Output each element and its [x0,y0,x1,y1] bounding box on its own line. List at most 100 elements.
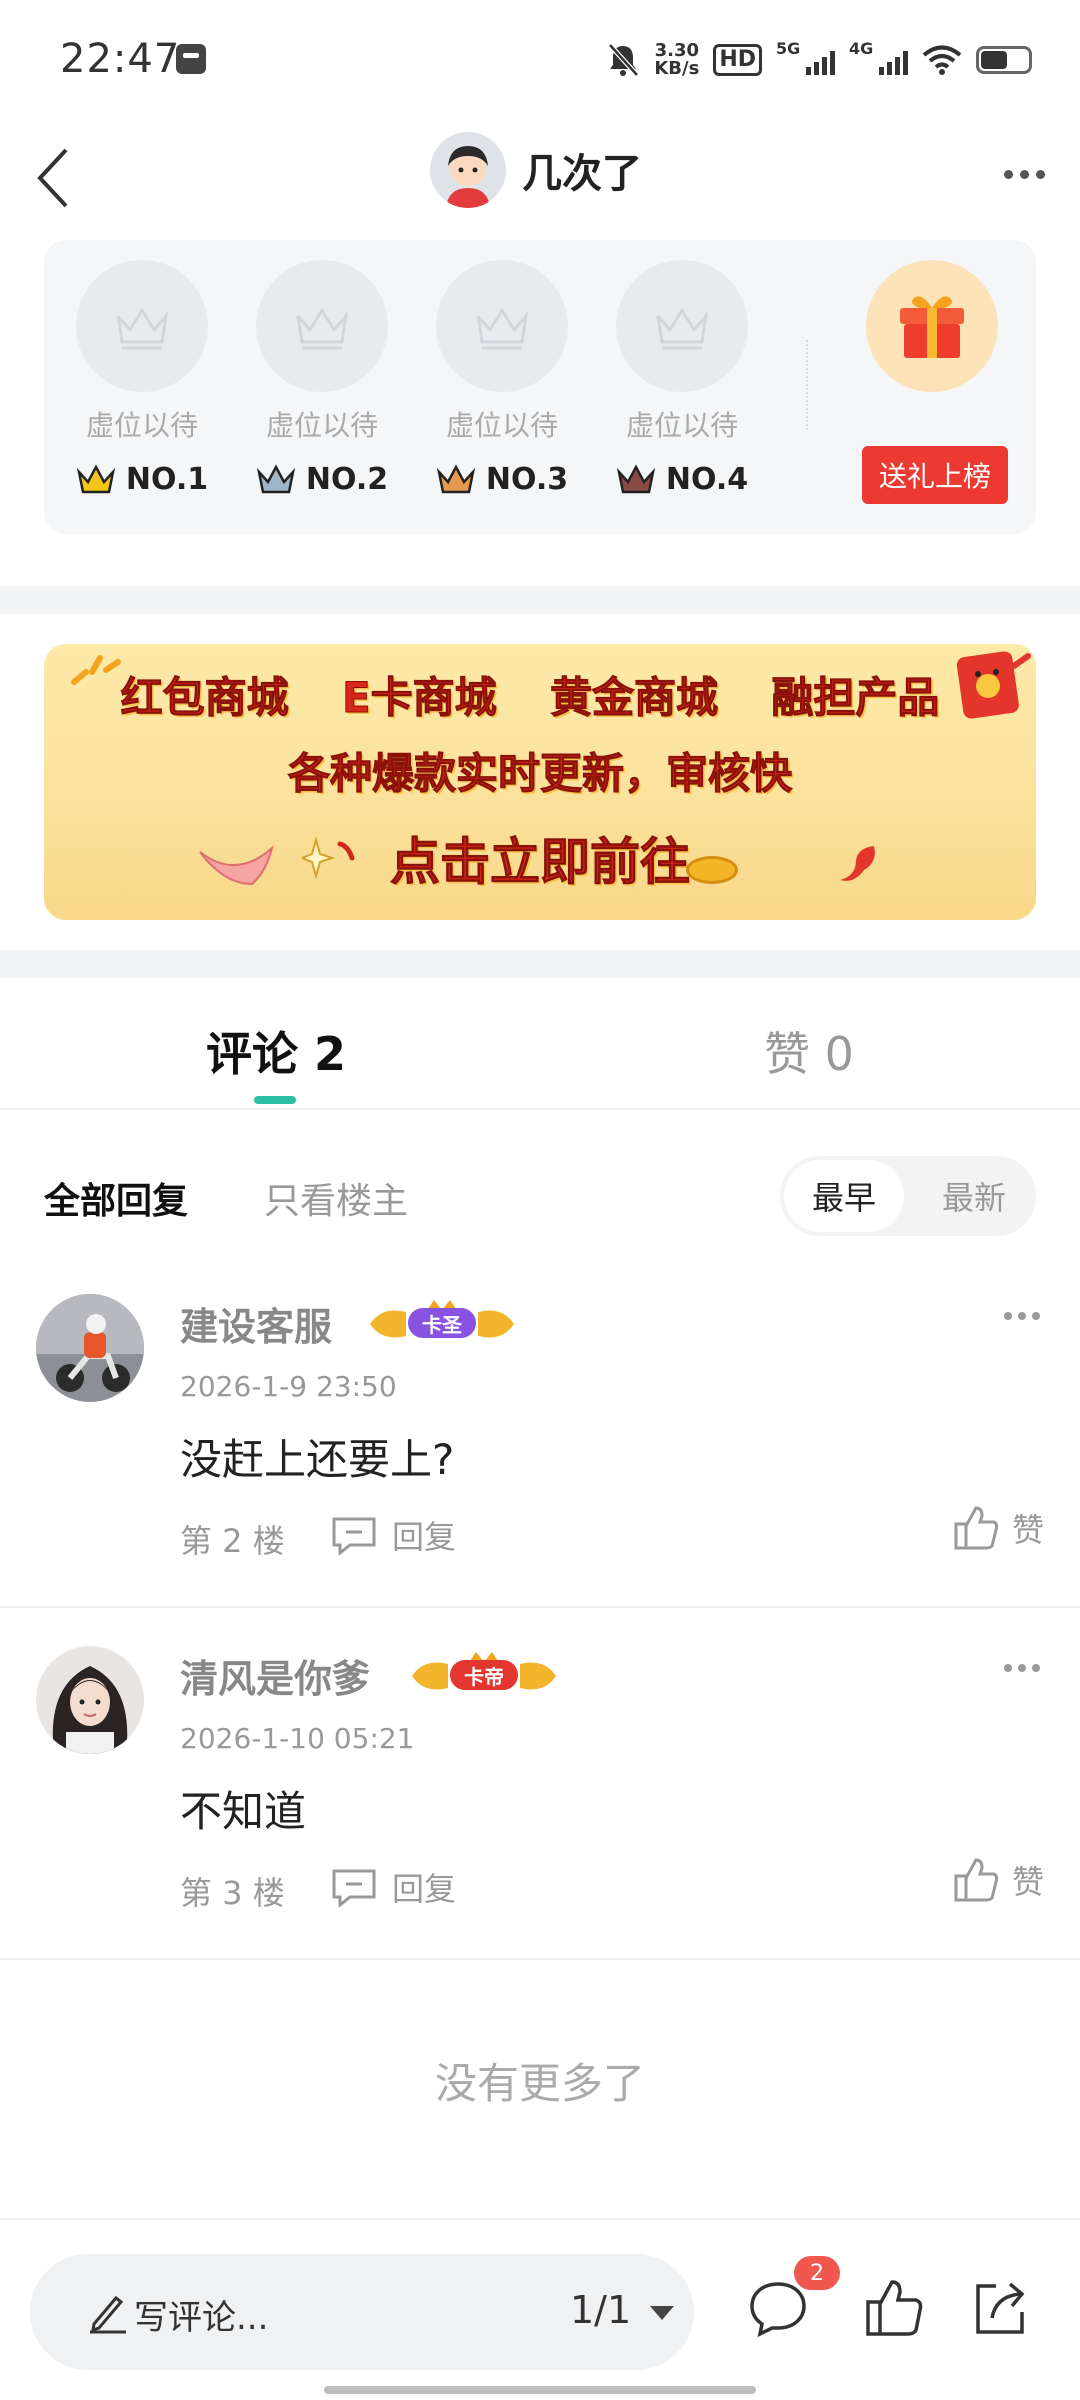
rank-number: NO.4 [665,462,749,497]
status-icons: 3.30 KB/s HD 5G 4G [606,36,1032,84]
divider [0,1606,1080,1608]
comment-placeholder: 写评论... [134,2298,269,2338]
home-indicator[interactable] [324,2386,756,2394]
rank-slot-2[interactable]: 虚位以待 NO.2 [254,260,390,497]
top-nav: 几次了 [0,118,1080,236]
reply-label: 回复 [392,1870,457,1908]
banner-cta-label: 点击立即前往 [390,833,691,892]
status-bar: 22:47 3.30 KB/s HD 5G 4G [0,0,1080,118]
signal-5g-label: 5G [776,39,801,58]
user-level-badge: 卡圣 [362,1298,522,1350]
reply-button[interactable]: 回复 [330,1864,456,1910]
commenter-name[interactable]: 清风是你爹 [180,1648,370,1703]
pencil-icon [90,2295,126,2334]
filter-all-replies[interactable]: 全部回复 [44,1172,188,1224]
rank-slot-status: 虚位以待 [625,409,738,442]
gift-box-button[interactable] [866,260,998,392]
reply-bubble-icon [332,1517,376,1555]
rank-slot-avatar [616,260,748,392]
page-dropdown-icon[interactable] [650,2306,674,2320]
comment-text: 没赶上还要上? [180,1435,455,1484]
gift-rank-button[interactable]: 送礼上榜 [862,446,1008,504]
comment-count-badge: 2 [794,2256,840,2290]
status-time: 22:47 [60,36,181,82]
promo-banner[interactable]: 红包商城 E卡商城 黄金商城 融担产品 各种爆款实时更新，审核快 点击立即前往 [44,644,1036,920]
back-arrow-icon[interactable] [26,140,86,216]
banner-subtitle: 各种爆款实时更新，审核快 [287,749,792,799]
more-options-button[interactable] [994,144,1054,204]
crown-bronze-icon [436,463,475,493]
tab-comments[interactable]: 评论 2 [206,1018,346,1084]
crown-silver-icon [256,463,295,493]
crown-placeholder-icon [296,307,349,350]
comment-time: 2026-1-9 23:50 [180,1370,397,1403]
rank-number: NO.1 [125,462,209,497]
badge-label: 卡帝 [450,1660,518,1690]
comment-text: 不知道 [180,1787,307,1836]
like-button[interactable]: 赞 [952,1856,1044,1904]
section-separator [0,586,1080,614]
rank-divider [806,340,808,430]
rank-label: NO.1 [74,462,210,497]
commenter-name[interactable]: 建设客服 [180,1296,332,1351]
mute-bell-icon [608,43,640,77]
banner-item: E卡商城 [341,673,497,723]
network-speed-unit: KB/s [654,58,700,79]
tab-likes[interactable]: 赞 0 [764,1018,854,1084]
network-speed: 3.30 KB/s [654,42,699,78]
crown-placeholder-icon [476,307,529,350]
commenter-avatar[interactable] [36,1646,144,1754]
filter-host-only[interactable]: 只看楼主 [264,1172,408,1224]
crown-gold-icon [76,463,115,493]
rank-slot-status: 虚位以待 [85,409,198,442]
share-icon[interactable] [968,2276,1032,2340]
rank-slot-1[interactable]: 虚位以待 NO.1 [74,260,210,497]
rank-slot-status: 虚位以待 [265,409,378,442]
comment-time: 2026-1-10 05:21 [180,1722,415,1755]
hd-voice-icon: HD [713,44,762,76]
badge-label: 卡圣 [408,1308,476,1338]
floor-number: 第 3 楼 [180,1874,285,1912]
divider [0,1958,1080,1960]
sort-earliest-button[interactable]: 最早 [784,1160,904,1232]
signal-5g-icon: 5G [776,39,835,75]
crown-placeholder-icon [656,307,709,350]
sort-toggle: 最早 最新 [780,1156,1036,1236]
crown-placeholder-icon [116,307,169,350]
section-separator [0,950,1080,978]
banner-item: 红包商城 [120,673,289,723]
message-notification-icon [176,44,206,74]
rank-label: NO.2 [254,462,390,497]
page-indicator[interactable]: 1/1 [570,2288,631,2332]
rank-slot-3[interactable]: 虚位以待 NO.3 [434,260,570,497]
rank-slot-avatar [256,260,388,392]
red-ribbon-icon [840,846,875,881]
like-button[interactable]: 赞 [952,1504,1044,1552]
author-name[interactable]: 几次了 [522,141,642,199]
reply-bubble-icon [332,1869,376,1907]
signal-4g-icon: 4G [849,39,908,75]
write-comment-input[interactable]: 写评论... 1/1 [30,2254,694,2370]
crown-dark-icon [616,463,655,493]
rank-slot-4[interactable]: 虚位以待 NO.4 [614,260,750,497]
sort-latest-button[interactable]: 最新 [914,1160,1034,1232]
banner-item: 黄金商城 [549,673,719,723]
rank-number: NO.3 [485,462,569,497]
comment-more-button[interactable] [1004,1664,1040,1672]
user-level-badge: 卡帝 [404,1650,564,1702]
no-more-text: 没有更多了 [434,2059,645,2108]
gift-box-icon [900,296,964,358]
comment-item: 建设客服 卡圣 2026-1-9 23:50 没赶上还要上? 第 2 楼 回复 … [0,1294,1080,1600]
author-avatar[interactable] [430,132,506,208]
like-label: 赞 [1011,1511,1044,1549]
like-label: 赞 [1011,1863,1044,1901]
reply-button[interactable]: 回复 [330,1512,456,1558]
commenter-avatar[interactable] [36,1294,144,1402]
gift-ranking-card: 虚位以待 NO.1 虚位以待 NO.2 虚位以待 NO.3 虚位以待 NO.4 … [44,240,1036,534]
banner-cta[interactable]: 点击立即前往 [44,822,1036,894]
comment-more-button[interactable] [1004,1312,1040,1320]
wifi-icon [922,45,962,75]
post-author[interactable]: 几次了 [430,132,642,208]
like-thumbs-up-icon[interactable] [862,2276,926,2340]
rank-label: NO.3 [434,462,570,497]
